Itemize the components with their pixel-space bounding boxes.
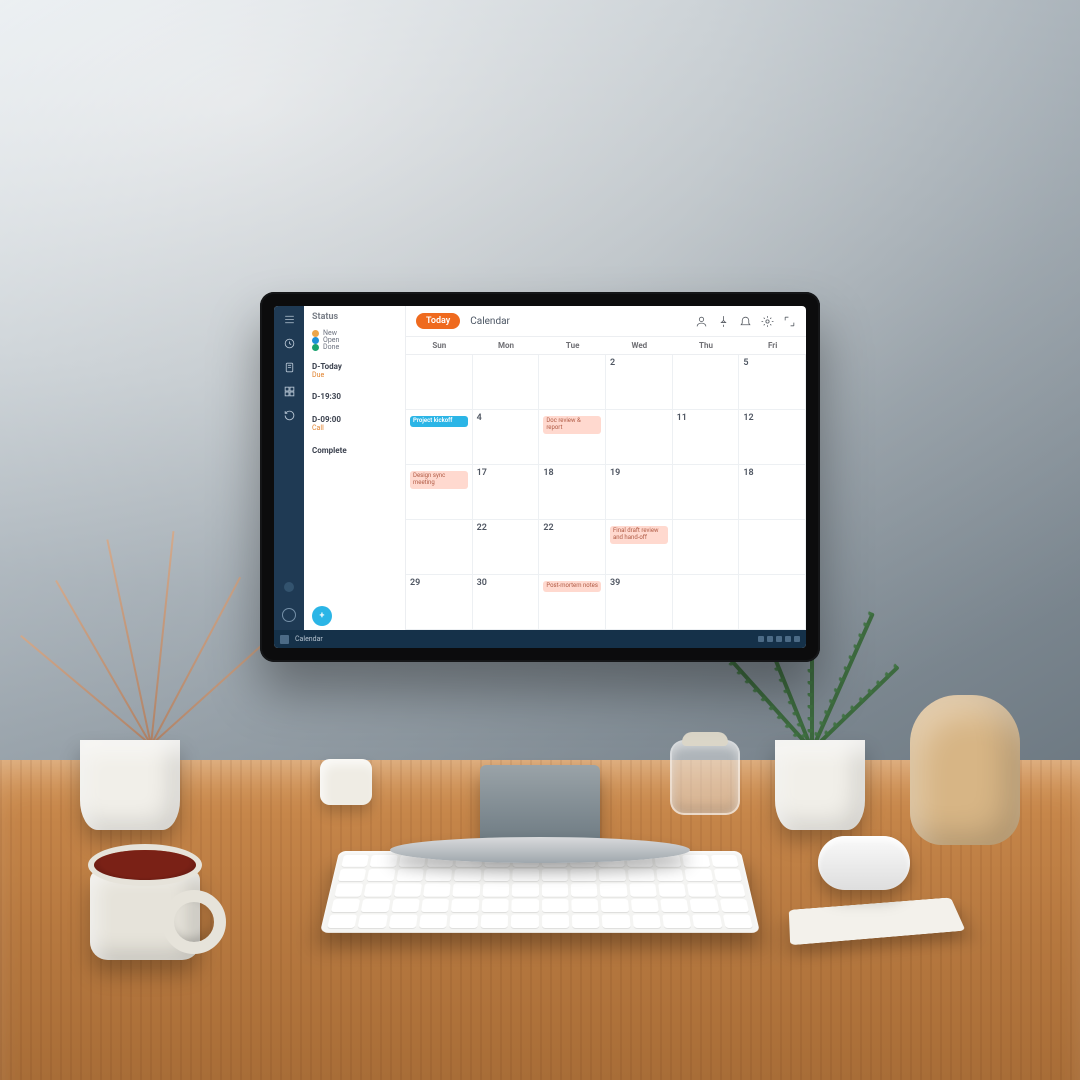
calendar-event[interactable]: Doc review & report [543,416,601,434]
calendar-cell[interactable] [739,520,806,575]
date-number: 12 [743,413,801,423]
toolbar: Today Calendar [406,306,806,336]
day-header: Tue [539,337,606,354]
calendar-cell[interactable] [406,355,473,410]
calendar-cell[interactable]: 11 [673,410,740,465]
calendar-cell[interactable]: 19 [606,465,673,520]
date-number: 30 [477,578,535,588]
calendar-cell[interactable] [406,520,473,575]
calendar-cell[interactable]: 2 [606,355,673,410]
calendar-cell[interactable]: 29 [406,575,473,630]
date-number: 29 [410,578,468,588]
date-number: 11 [677,413,735,423]
day-header: Mon [473,337,540,354]
calendar-cell[interactable] [539,355,606,410]
calendar-cell[interactable]: 39 [606,575,673,630]
calendar-cell[interactable]: 4 [473,410,540,465]
calendar-cell[interactable]: 5 [739,355,806,410]
taskbar: Calendar [274,630,806,648]
date-number: 22 [477,523,535,533]
calendar-cell[interactable]: 18 [739,465,806,520]
calendar-event[interactable]: Final draft review and hand-off [610,526,668,544]
calendar-cell[interactable] [673,355,740,410]
calendar-event[interactable]: Design sync meeting [410,471,468,489]
day-header: Thu [673,337,740,354]
calendar-cell[interactable] [473,355,540,410]
date-number: 17 [477,468,535,478]
calendar-cell[interactable]: Design sync meeting [406,465,473,520]
date-number: 18 [743,468,801,478]
filter-color-icon [312,337,319,344]
filter-label: Done [323,344,339,351]
note-icon[interactable] [282,360,296,374]
calendar-cell[interactable]: 30 [473,575,540,630]
date-number: 19 [610,468,668,478]
date-number: 22 [543,523,601,533]
calendar-cell[interactable]: 17 [473,465,540,520]
refresh-icon[interactable] [282,608,296,622]
grid-icon[interactable] [282,384,296,398]
list-item[interactable]: D-19:30 [312,389,397,402]
date-number: 2 [610,358,668,368]
calendar-cell[interactable] [673,465,740,520]
clock-icon[interactable] [282,336,296,350]
list-item[interactable]: D-09:00Call [312,412,397,432]
calendar-cell[interactable]: Doc review & report [539,410,606,465]
app-window: Status NewOpenDone D-TodayDueD-19:30D-09… [274,306,806,648]
day-header: Sun [406,337,473,354]
pin-icon[interactable] [716,314,730,328]
filter-chip[interactable]: Done [312,344,397,351]
calendar-cell[interactable] [673,520,740,575]
user-icon[interactable] [694,314,708,328]
list-item[interactable]: D-TodayDue [312,359,397,379]
page-title: Calendar [470,316,510,327]
calendar-event[interactable]: Project kickoff [410,416,468,427]
calendar-cell[interactable]: 22 [539,520,606,575]
nav-sidebar [274,306,304,630]
day-header: Wed [606,337,673,354]
date-number: 18 [543,468,601,478]
bell-icon[interactable] [738,314,752,328]
date-number: 4 [477,413,535,423]
list-item-title: Complete [312,447,397,456]
status-dot-icon [284,582,294,592]
calendar-cell[interactable] [673,575,740,630]
system-tray[interactable] [758,636,800,642]
list-item-title: D-Today [312,363,397,372]
calendar-grid: 2 5 Project kickoff 4 Doc review & report 11 1… [406,355,806,630]
calendar-cell[interactable]: 18 [539,465,606,520]
filter-color-icon [312,330,319,337]
calendar-cell[interactable]: Project kickoff [406,410,473,465]
date-number: 39 [610,578,668,588]
taskbar-app-label[interactable]: Calendar [295,635,323,643]
list-item-subtitle: Due [312,372,397,380]
calendar-event[interactable]: Post-mortem notes [543,581,601,592]
panel-heading: Status [312,312,397,322]
add-button[interactable]: + [312,606,332,626]
start-icon[interactable] [280,635,289,644]
calendar-cell[interactable]: Post-mortem notes [539,575,606,630]
calendar-main: Today Calendar SunMonTueWedThuFri 2 5 Proj… [406,306,806,630]
history-icon[interactable] [282,408,296,422]
date-number: 5 [743,358,801,368]
calendar-cell[interactable]: 12 [739,410,806,465]
calendar-cell[interactable] [606,410,673,465]
calendar-cell[interactable] [739,575,806,630]
list-item-subtitle: Call [312,425,397,433]
expand-icon[interactable] [782,314,796,328]
day-header-row: SunMonTueWedThuFri [406,336,806,355]
settings-icon[interactable] [760,314,774,328]
day-header: Fri [739,337,806,354]
calendar-cell[interactable]: Final draft review and hand-off [606,520,673,575]
today-button[interactable]: Today [416,313,460,329]
menu-icon[interactable] [282,312,296,326]
list-item[interactable]: Complete [312,443,397,456]
list-item-title: D-09:00 [312,416,397,425]
calendar-cell[interactable]: 22 [473,520,540,575]
filter-color-icon [312,344,319,351]
side-panel: Status NewOpenDone D-TodayDueD-19:30D-09… [304,306,406,630]
list-item-title: D-19:30 [312,393,397,402]
